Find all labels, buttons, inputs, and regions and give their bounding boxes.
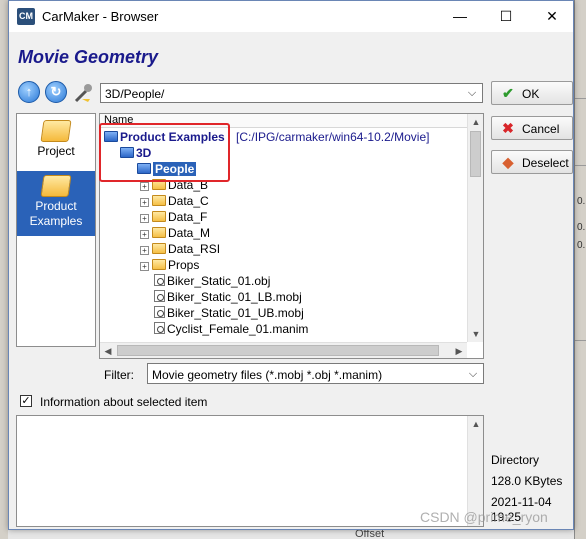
path-combo[interactable]: 3D/People/ ⌵ xyxy=(100,83,483,103)
dialog-title: Movie Geometry xyxy=(18,47,159,67)
folder-icon xyxy=(152,259,166,270)
bg-value-1: 0. xyxy=(577,196,586,207)
location-sidebar: Project Product Examples xyxy=(16,113,96,347)
folder-icon xyxy=(152,195,166,206)
chevron-down-icon[interactable]: ⌵ xyxy=(464,85,480,101)
ok-label: OK xyxy=(522,87,540,101)
expand-icon[interactable]: + xyxy=(140,246,149,255)
folder-icon xyxy=(40,175,72,197)
meta-size: 128.0 KBytes xyxy=(491,474,563,488)
geometry-file-icon xyxy=(154,274,165,286)
expand-icon[interactable]: + xyxy=(140,198,149,207)
tree-file[interactable]: Cyclist_Female_01.manim xyxy=(154,322,308,338)
scroll-up-arrow-icon[interactable]: ▲ xyxy=(468,416,484,432)
maximize-button[interactable]: ☐ xyxy=(483,1,529,32)
bg-value-2: 0. xyxy=(577,222,586,233)
bg-value-3: 0. xyxy=(577,240,586,251)
tree-file-label: Biker_Static_01.obj xyxy=(167,274,271,288)
info-checkbox-label: Information about selected item xyxy=(40,395,208,409)
up-arrow-icon[interactable]: ↑ xyxy=(18,81,40,103)
tree-vertical-scrollbar[interactable]: ▲ ▼ xyxy=(467,114,483,342)
close-button[interactable]: ✕ xyxy=(529,1,575,32)
tree-file-label: Cyclist_Female_01.manim xyxy=(167,322,309,336)
folder-icon xyxy=(152,227,166,238)
deselect-button[interactable]: ◆ Deselect xyxy=(491,150,573,174)
folder-icon xyxy=(152,243,166,254)
tree-file[interactable]: Biker_Static_01.obj xyxy=(154,274,270,290)
tree-root-path: [C:/IPG/carmaker/win64-10.2/Movie] xyxy=(236,130,430,144)
scroll-down-arrow-icon[interactable]: ▼ xyxy=(468,326,484,342)
cross-icon: ✖ xyxy=(502,120,514,136)
folder-icon xyxy=(40,120,72,142)
title-bar[interactable]: CM CarMaker - Browser — ☐ ✕ xyxy=(9,1,573,32)
sidebar-item-product-examples[interactable]: Product Examples xyxy=(17,171,95,236)
scroll-right-arrow-icon[interactable]: ▶ xyxy=(451,343,467,359)
scroll-thumb[interactable] xyxy=(470,131,481,177)
geometry-file-icon xyxy=(154,306,165,318)
expand-icon[interactable]: + xyxy=(140,182,149,191)
geometry-file-icon xyxy=(154,322,165,334)
window-title: CarMaker - Browser xyxy=(42,9,159,24)
background-app-left xyxy=(0,0,8,539)
tree-node-label: Data_RSI xyxy=(168,242,221,256)
geometry-file-icon xyxy=(154,290,165,302)
tree-folder-data-rsi[interactable]: + Data_RSI xyxy=(140,242,220,258)
background-app-right: 0. 0. 0. xyxy=(574,0,586,539)
meta-type: Directory xyxy=(491,453,540,467)
tree-file[interactable]: Biker_Static_01_UB.mobj xyxy=(154,306,304,322)
carmaker-app-icon: CM xyxy=(17,8,35,25)
filter-value: Movie geometry files (*.mobj *.obj *.man… xyxy=(152,368,383,382)
red-highlight-annotation xyxy=(99,123,230,182)
tree-folder-data-m[interactable]: + Data_M xyxy=(140,226,210,242)
scroll-left-arrow-icon[interactable]: ◀ xyxy=(100,343,116,359)
info-text-area[interactable]: ▲ xyxy=(16,415,484,527)
meta-date: 2021-11-04 xyxy=(491,495,552,509)
expand-icon[interactable]: + xyxy=(140,262,149,271)
cancel-label: Cancel xyxy=(522,122,560,136)
sidebar-item-label: Project xyxy=(37,144,75,158)
cancel-button[interactable]: ✖ Cancel xyxy=(491,116,573,140)
tools-icon[interactable] xyxy=(72,81,96,105)
filter-label: Filter: xyxy=(104,368,134,382)
filter-combo[interactable]: Movie geometry files (*.mobj *.obj *.man… xyxy=(147,363,484,384)
chevron-down-icon[interactable]: ⌵ xyxy=(465,366,481,382)
info-checkbox[interactable]: ✓ xyxy=(20,395,32,407)
expand-icon[interactable]: + xyxy=(140,214,149,223)
browser-window: CM CarMaker - Browser — ☐ ✕ Movie Geomet… xyxy=(8,0,574,530)
scroll-up-arrow-icon[interactable]: ▲ xyxy=(468,114,484,130)
tree-file-label: Biker_Static_01_UB.mobj xyxy=(167,306,304,320)
tree-node-label: Props xyxy=(168,258,200,272)
sidebar-item-label: Product Examples xyxy=(29,199,83,228)
sidebar-item-project[interactable]: Project xyxy=(17,116,95,168)
ok-button[interactable]: ✔ OK xyxy=(491,81,573,105)
minimize-button[interactable]: — xyxy=(437,1,483,32)
tree-horizontal-scrollbar[interactable]: ◀ ▶ xyxy=(100,342,467,358)
tree-folder-data-c[interactable]: + Data_C xyxy=(140,194,209,210)
expand-icon[interactable]: + xyxy=(140,230,149,239)
path-value: 3D/People/ xyxy=(105,87,165,101)
tree-folder-data-f[interactable]: + Data_F xyxy=(140,210,207,226)
tree-node-label: Data_C xyxy=(168,194,209,208)
tree-node-label: Data_F xyxy=(168,210,208,224)
checkmark-icon: ✔ xyxy=(502,85,514,101)
watermark: CSDN @prime_ryon xyxy=(420,509,548,525)
tree-file[interactable]: Biker_Static_01_LB.mobj xyxy=(154,290,302,306)
tree-folder-props[interactable]: + Props xyxy=(140,258,199,274)
refresh-icon[interactable]: ↻ xyxy=(45,81,67,103)
deselect-label: Deselect xyxy=(522,156,569,170)
folder-icon xyxy=(152,211,166,222)
scroll-thumb[interactable] xyxy=(117,345,439,356)
tree-node-label: Data_M xyxy=(168,226,211,240)
eraser-icon: ◆ xyxy=(502,154,514,170)
tree-file-label: Biker_Static_01_LB.mobj xyxy=(167,290,302,304)
